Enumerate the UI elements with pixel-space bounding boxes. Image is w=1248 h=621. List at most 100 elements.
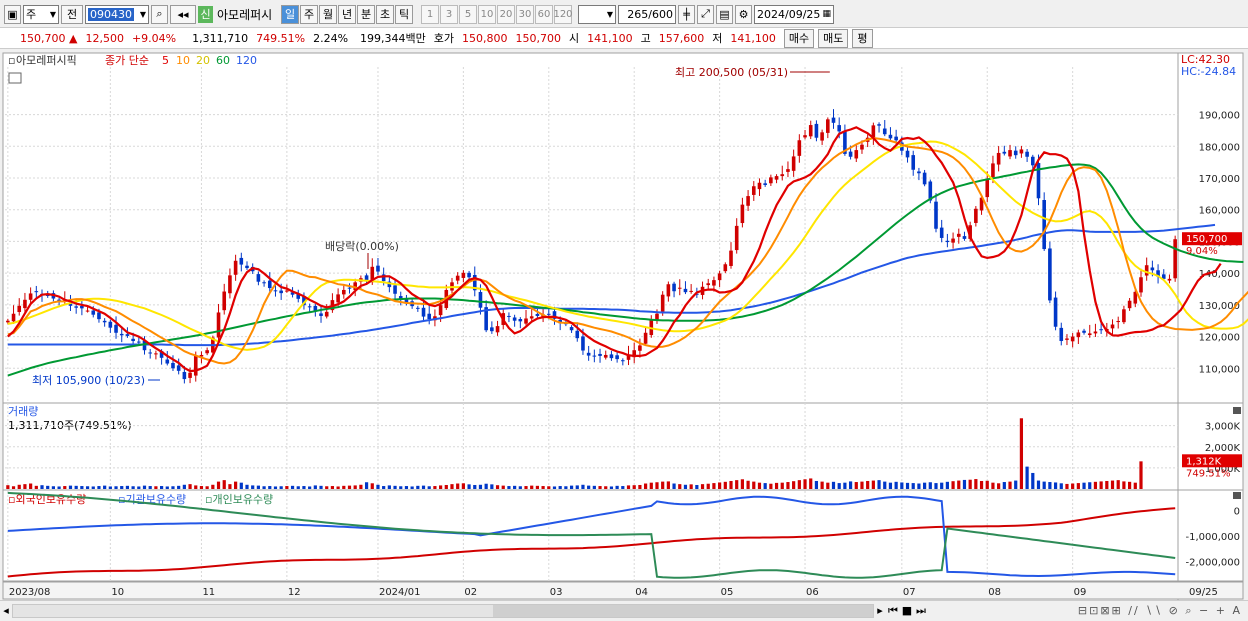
candle-body	[1127, 300, 1132, 309]
candle-body	[512, 317, 517, 321]
candle-body	[1122, 309, 1126, 323]
volume-bar	[683, 484, 688, 489]
volume-bar	[97, 486, 101, 489]
stock-code-input[interactable]: 090430 ▼	[85, 4, 149, 24]
candle-body	[894, 136, 898, 141]
compare-icon[interactable]: ⤢	[697, 4, 714, 24]
volume-bar	[530, 485, 534, 489]
minute-tab-1[interactable]: 1	[421, 4, 439, 24]
candle-body	[917, 171, 921, 174]
x-tick-label: 05	[721, 587, 734, 598]
minute-tab-120[interactable]: 120	[553, 4, 573, 24]
volume-bar	[410, 486, 414, 489]
period-tab-2[interactable]: 월	[319, 4, 337, 24]
minute-tab-10[interactable]: 10	[478, 4, 496, 24]
period-tab-4[interactable]: 분	[357, 4, 375, 24]
volume-bar	[342, 485, 346, 489]
volume-bar	[6, 485, 10, 489]
interval-select[interactable]: ▼	[578, 4, 616, 24]
search-icon[interactable]: ⌕	[151, 4, 168, 24]
bid-label: 호가	[433, 32, 455, 45]
volume-bar	[541, 486, 545, 489]
gear-icon[interactable]: ⚙	[735, 4, 752, 24]
volume-bar	[957, 480, 961, 489]
scroll-left-icon[interactable]: ◂	[0, 604, 12, 617]
volume-bar	[626, 485, 631, 489]
volume-bar	[655, 482, 659, 489]
volume-bar	[467, 484, 471, 489]
eval-button[interactable]: 평	[852, 28, 873, 48]
volume-bar	[51, 486, 56, 489]
volume-bar	[951, 481, 955, 489]
stock-chart[interactable]: 190,000180,000170,000160,000150,000140,0…	[0, 51, 1248, 600]
volume-bar	[285, 486, 289, 489]
prev-button[interactable]: 전	[61, 4, 83, 24]
save-icon[interactable]: ▤	[716, 4, 733, 24]
x-tick-label: 08	[988, 587, 1001, 598]
change-pct: +9.04%	[131, 31, 177, 45]
volume-bar	[592, 485, 596, 489]
buy-button[interactable]: 매수	[783, 28, 815, 48]
first-icon[interactable]: ⏮	[886, 604, 900, 618]
minute-tab-3[interactable]: 3	[440, 4, 458, 24]
candle-body	[1008, 150, 1012, 157]
volume-bar	[85, 486, 90, 489]
candle-icon[interactable]: ╪	[678, 4, 695, 24]
volume-bar	[809, 478, 813, 489]
scroll-track[interactable]	[12, 603, 874, 618]
period-tab-6[interactable]: 틱	[395, 4, 413, 24]
ma-legend-5: 5	[162, 54, 169, 67]
candle-body	[216, 312, 221, 338]
volume-bar	[427, 486, 431, 489]
volume-bar	[211, 484, 215, 489]
ask-price: 150,800	[462, 31, 508, 45]
volume-bar	[729, 480, 733, 489]
candle-body	[273, 290, 278, 292]
volume-bar	[177, 485, 181, 489]
period-tab-3[interactable]: 년	[338, 4, 356, 24]
scroll-right-icon[interactable]: ▸	[874, 604, 886, 617]
candle-body	[974, 208, 978, 223]
period-tab-5[interactable]: 초	[376, 4, 394, 24]
minute-tabs: 1 3 5 10 20 30 60 120	[421, 4, 573, 24]
volume-bar	[1071, 483, 1075, 489]
candle-body	[1042, 200, 1046, 250]
volume-bar	[165, 486, 169, 489]
count-input[interactable]: 265/600	[618, 4, 676, 24]
candle-body	[598, 353, 602, 356]
candle-body	[962, 236, 967, 239]
volume-bar	[604, 486, 608, 489]
sell-button[interactable]: 매도	[818, 28, 849, 48]
chart-type-select[interactable]: 주 ▼	[23, 4, 59, 24]
minute-tab-20[interactable]: 20	[497, 4, 515, 24]
window-icon[interactable]: ▣	[4, 4, 21, 24]
volume-bar	[900, 482, 904, 489]
speaker-icon[interactable]: ◂◂	[170, 4, 196, 24]
candle-body	[581, 336, 585, 351]
minute-tab-5[interactable]: 5	[459, 4, 477, 24]
volume-bar	[1133, 482, 1137, 489]
x-tick-label: 09/25	[1189, 587, 1218, 598]
volume-bar	[1110, 480, 1115, 489]
candle-body	[74, 306, 78, 308]
date-input[interactable]: 2024/09/25 ▦	[754, 4, 834, 24]
investor-tick-label: 0	[1234, 507, 1240, 518]
volume-bar	[1127, 481, 1132, 489]
candle-body	[176, 365, 181, 371]
scroll-bar[interactable]: ◂ ▸ ⏮ ■ ⏭ ⊟⊡⊠⊞ ∕∕ ∖∖ ⊘ ⌕ − + A	[0, 600, 1248, 620]
drawing-tools[interactable]: ⊟⊡⊠⊞ ∕∕ ∖∖ ⊘ ⌕ − + A	[928, 604, 1248, 618]
volume-bar	[1099, 481, 1103, 489]
volume-bar	[814, 480, 819, 489]
minute-tab-30[interactable]: 30	[516, 4, 534, 24]
period-tab-1[interactable]: 주	[300, 4, 318, 24]
volume-bar	[34, 485, 38, 489]
minute-tab-60[interactable]: 60	[535, 4, 553, 24]
candle-body	[535, 313, 540, 316]
period-tab-0[interactable]: 일	[281, 4, 299, 24]
candle-body	[507, 315, 511, 317]
volume-bar	[643, 483, 648, 489]
volume-bar	[251, 485, 255, 489]
scroll-thumb[interactable]	[493, 604, 873, 617]
stop-icon[interactable]: ■	[900, 604, 914, 617]
last-icon[interactable]: ⏭	[914, 604, 928, 618]
